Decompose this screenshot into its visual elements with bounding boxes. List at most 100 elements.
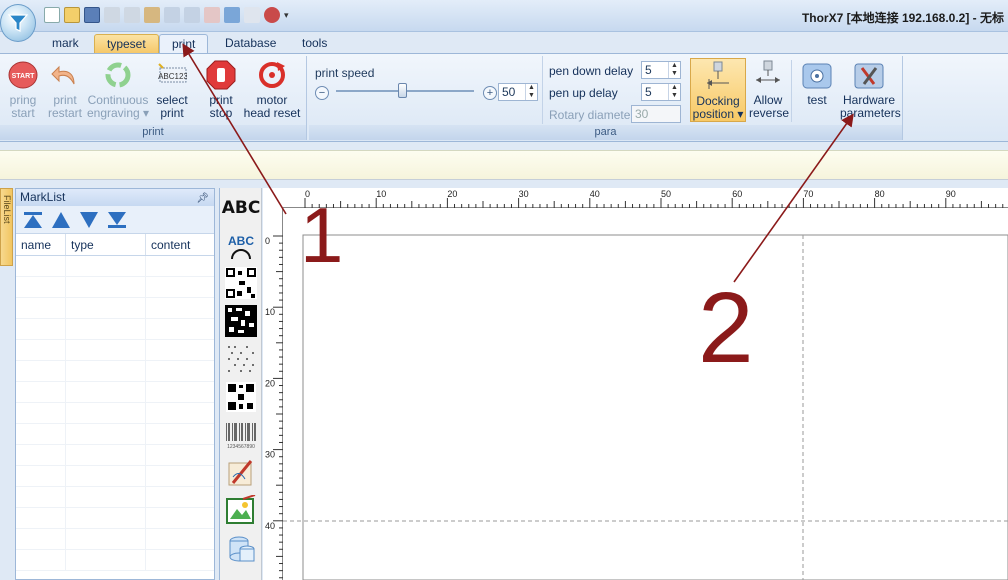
arc-text-tool-icon[interactable]: ABC [224, 230, 258, 262]
marklist-order-toolbar [16, 206, 214, 234]
continuous-engraving-button[interactable]: Continuous engraving ▾ [86, 60, 150, 120]
rotary-diameter-input[interactable]: 30 [631, 105, 681, 123]
undo-icon[interactable] [164, 7, 180, 23]
dot-code-tool-icon[interactable] [224, 343, 258, 375]
move-to-bottom-icon[interactable] [106, 211, 128, 229]
ruler-h-label: 0 [305, 189, 310, 199]
work-area-border [302, 234, 1008, 580]
recycle-icon [103, 60, 133, 90]
print-stop-button[interactable]: print stop [203, 60, 239, 120]
ruler-h-label: 60 [732, 189, 742, 199]
marklist-empty-row[interactable] [16, 319, 214, 340]
canvas-drawing-area [283, 234, 1008, 580]
datamatrix-tool-icon[interactable] [224, 305, 258, 337]
app-menu-button[interactable] [0, 4, 36, 42]
settings-icon[interactable] [224, 7, 240, 23]
stop-icon[interactable] [264, 7, 280, 23]
marklist-empty-row[interactable] [16, 466, 214, 487]
marklist-empty-row[interactable] [16, 445, 214, 466]
docking-position-button[interactable]: Docking position ▾ [690, 58, 746, 122]
marklist-empty-row[interactable] [16, 256, 214, 277]
print-speed-input[interactable]: 50 ▲ ▼ [498, 83, 538, 101]
marklist-empty-row[interactable] [16, 277, 214, 298]
new-file-icon[interactable] [44, 7, 60, 23]
docking-position-label-2: position ▾ [692, 107, 744, 121]
spin-arrows-icon[interactable]: ▲ ▼ [525, 84, 537, 100]
pen-up-delay-input[interactable]: 5 ▲ ▼ [641, 83, 681, 101]
paste-icon[interactable] [144, 7, 160, 23]
select-print-button[interactable]: ABC123 select print [153, 60, 191, 120]
arc-text-tool-label: ABC [228, 234, 254, 248]
pring-start-button[interactable]: START pring start [4, 60, 42, 120]
marklist-empty-row[interactable] [16, 550, 214, 571]
filelist-side-tab[interactable]: FileList [0, 188, 13, 266]
marklist-empty-row[interactable] [16, 382, 214, 403]
spin-arrows-icon[interactable]: ▲ ▼ [668, 62, 680, 78]
pin-icon[interactable]: 📌︎ [196, 191, 209, 207]
barcode-tool-icon[interactable]: 1234567890 [224, 419, 258, 451]
qr-code-tool-icon[interactable] [224, 267, 258, 299]
pen-up-delay-value: 5 [645, 85, 652, 99]
move-to-top-icon[interactable] [22, 211, 44, 229]
para-group-label: para [309, 125, 902, 140]
marklist-empty-row[interactable] [16, 403, 214, 424]
image-tool-icon[interactable] [224, 495, 258, 527]
column-type[interactable]: type [66, 234, 146, 255]
print-restart-button[interactable]: print restart [45, 60, 85, 120]
text-tool-icon[interactable]: ABC [222, 192, 261, 224]
abc-text-icon[interactable] [244, 7, 260, 23]
marklist-empty-row[interactable] [16, 487, 214, 508]
motor-head-reset-button[interactable]: motor head reset [243, 60, 301, 120]
marklist-empty-row[interactable] [16, 361, 214, 382]
column-name[interactable]: name [16, 234, 66, 255]
rotary-diameter-label: Rotary diameter [549, 108, 635, 122]
marklist-empty-row[interactable] [16, 529, 214, 550]
tab-tools[interactable]: tools [290, 34, 339, 53]
ruler-h-label: 10 [376, 189, 386, 199]
pen-down-delay-value: 5 [645, 63, 652, 77]
font-icon[interactable] [204, 7, 220, 23]
speed-decrease-button[interactable]: − [315, 86, 329, 100]
tab-typeset[interactable]: typeset [94, 34, 159, 53]
marklist-empty-row[interactable] [16, 340, 214, 361]
spin-arrows-icon[interactable]: ▲ ▼ [668, 84, 680, 100]
ruler-v-label: 40 [265, 521, 275, 531]
para-group: print speed − + 50 ▲ ▼ pen down delay 5 ▲… [309, 56, 903, 140]
hardware-parameters-button[interactable]: Hardware parameters [840, 60, 901, 120]
move-up-icon[interactable] [50, 211, 72, 229]
allow-reverse-button[interactable]: Allow reverse [749, 60, 789, 120]
ruler-v-label: 10 [265, 307, 275, 317]
database-tool-icon[interactable] [224, 533, 258, 565]
marklist-empty-row[interactable] [16, 424, 214, 445]
speed-increase-button[interactable]: + [483, 86, 497, 100]
reset-circle-icon [257, 60, 287, 90]
ribbon-panel: START pring start print restart Continuo… [0, 53, 1008, 142]
test-button[interactable]: test [798, 60, 836, 107]
print-speed-slider-thumb[interactable] [398, 83, 407, 98]
tab-print[interactable]: print [159, 34, 209, 53]
copy-icon[interactable] [124, 7, 140, 23]
draw-tool-icon[interactable] [224, 457, 258, 489]
save-icon[interactable] [84, 7, 100, 23]
tab-mark[interactable]: mark [40, 34, 91, 53]
open-folder-icon[interactable] [64, 7, 80, 23]
ruler-h-label: 70 [803, 189, 813, 199]
cut-icon[interactable] [104, 7, 120, 23]
tab-database[interactable]: Database [213, 34, 288, 53]
motor-head-reset-label-2: head reset [243, 106, 301, 120]
abc123-select-icon: ABC123 [157, 60, 187, 90]
column-content[interactable]: content [146, 234, 214, 255]
qat-customize-icon[interactable]: ▾ [284, 10, 289, 21]
stop-hand-icon [206, 60, 236, 90]
property-bar [0, 150, 1008, 180]
ribbon-tabs: mark typeset print Database tools [0, 32, 1008, 53]
marklist-empty-row[interactable] [16, 508, 214, 529]
move-down-icon[interactable] [78, 211, 100, 229]
redo-icon[interactable] [184, 7, 200, 23]
marklist-empty-row[interactable] [16, 298, 214, 319]
pen-down-delay-input[interactable]: 5 ▲ ▼ [641, 61, 681, 79]
quick-access-toolbar: ▾ [44, 7, 289, 23]
barcode-tool-caption: 1234567890 [227, 444, 255, 449]
design-canvas[interactable] [263, 188, 1008, 580]
aztec-code-tool-icon[interactable] [224, 381, 258, 413]
